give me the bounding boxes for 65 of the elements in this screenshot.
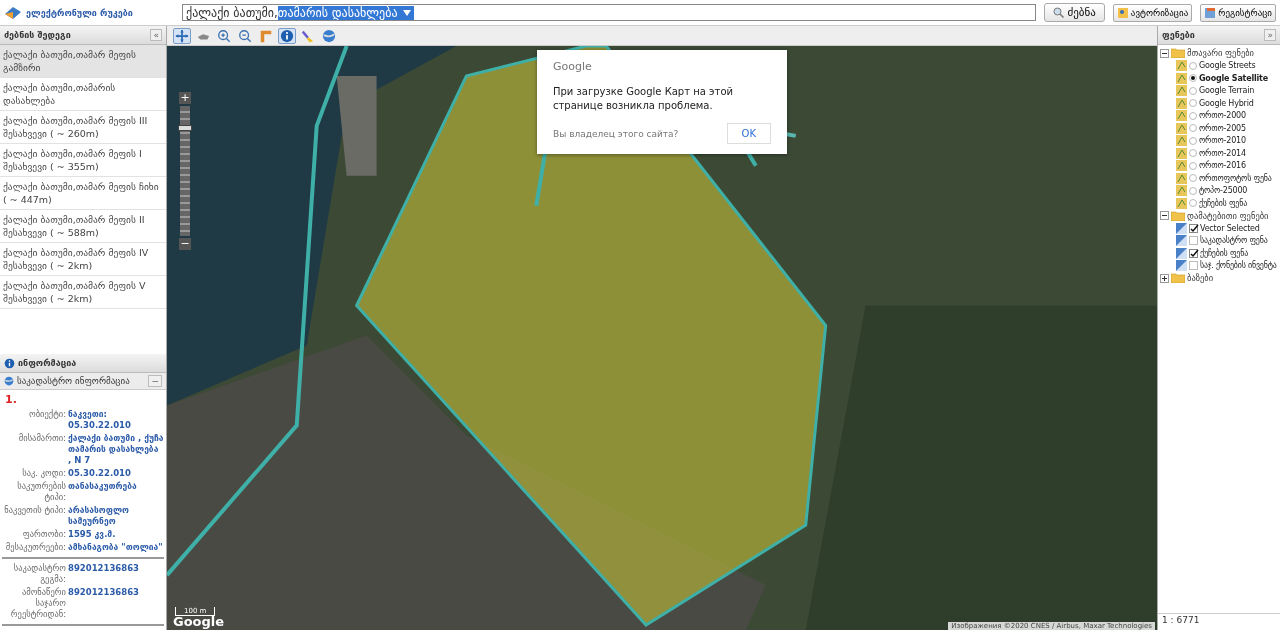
collapse-button[interactable]: » bbox=[1264, 29, 1276, 41]
result-item[interactable]: ქალაქი ბათუმი,თამარ მეფის IV შესახვევი ( ~ 2km) bbox=[0, 243, 166, 276]
layer-label[interactable]: ორთო-2010 bbox=[1199, 136, 1246, 146]
login-button[interactable]: ავტორიზაცია bbox=[1112, 3, 1193, 22]
result-number: 1. bbox=[4, 392, 18, 408]
field-label: საკადასტრო გეგმა: bbox=[12, 563, 66, 585]
layer-label[interactable]: Vector Selected bbox=[1200, 223, 1260, 233]
field-label: საკ. კოდი: bbox=[21, 468, 66, 479]
layer-label[interactable]: ორთოფოტოს ფენა bbox=[1199, 173, 1272, 183]
dialog-message: При загрузке Google Карт на этой странице возникла проблема. bbox=[553, 85, 734, 113]
panel-title: ძებნის შედეგი bbox=[4, 30, 71, 40]
ok-button[interactable]: OK bbox=[726, 123, 771, 144]
document-link[interactable]: 892012136863 bbox=[68, 563, 164, 585]
layer-group[interactable]: მთავარი ფენები bbox=[1187, 48, 1254, 59]
dialog-question: Вы владелец этого сайта? bbox=[553, 128, 679, 139]
map-logo: Google bbox=[173, 614, 225, 629]
layer-group[interactable]: ბაზები bbox=[1187, 273, 1214, 284]
zoom-in-button[interactable]: + bbox=[179, 92, 191, 104]
field-value: 05.30.22.010 bbox=[68, 468, 132, 479]
layer-label[interactable]: ქუჩების ფენა bbox=[1199, 198, 1248, 208]
layer-label[interactable]: Google Streets bbox=[1199, 61, 1256, 71]
result-item[interactable]: ქალაქი ბათუმი,თამარ მეფის III შესახვევი ( ~ 260m) bbox=[0, 111, 166, 144]
scale-field: 1 : 6771 bbox=[1158, 613, 1280, 630]
layer-label[interactable]: ორთო-2014 bbox=[1199, 148, 1246, 158]
field-label: ობიექტი: bbox=[28, 409, 66, 421]
field-label: მესაკუთრეები: bbox=[4, 542, 66, 553]
field-label: მისამართი: bbox=[17, 433, 66, 445]
document-link[interactable]: 892012136863 bbox=[68, 587, 164, 620]
layer-label[interactable]: Google Hybrid bbox=[1199, 98, 1254, 108]
register-button[interactable]: რეგისტრაცი bbox=[1200, 3, 1276, 22]
layer-label[interactable]: საჯ. ქონების ინვენტა bbox=[1200, 261, 1277, 271]
zoom-out-button[interactable]: − bbox=[179, 238, 191, 250]
result-item[interactable]: ქალაქი ბათუმი,თამარ მეფის გამზირი bbox=[0, 45, 166, 78]
layer-label[interactable]: ორთო-2005 bbox=[1199, 123, 1246, 133]
field-label: საკუთრების ტიპი: bbox=[16, 481, 66, 503]
result-item[interactable]: ქალაქი ბათუმი,თამარ მეფის ჩიხი ( ~ 447m) bbox=[0, 177, 166, 210]
result-item[interactable]: ქალაქი ბათუმი,თამარ მეფის I შესახვევი ( ~ 355m) bbox=[0, 144, 166, 177]
result-item[interactable]: ქალაქი ბათუმი,თამარის დასახლება bbox=[0, 78, 166, 111]
panel-title: ფენები bbox=[1162, 30, 1195, 40]
layer-label[interactable]: ორთო-2016 bbox=[1199, 161, 1246, 171]
field-value: თანასაკუთრება bbox=[68, 481, 138, 493]
field-value: ამხანაგობა "თოლია" bbox=[68, 542, 164, 553]
layer-label[interactable]: Google Satellite bbox=[1199, 73, 1268, 83]
layer-group[interactable]: დამატებითი ფენები bbox=[1187, 210, 1269, 221]
logo-text: ელექტრონული რუკები bbox=[26, 7, 133, 18]
layer-label[interactable]: ორთო-2000 bbox=[1199, 111, 1246, 121]
field-value: არასასოფლო სამეურნეო bbox=[68, 505, 130, 527]
collapse-button[interactable]: « bbox=[150, 29, 162, 41]
layer-label[interactable]: Google Terrain bbox=[1199, 86, 1255, 96]
field-label: ნაკვეთის ტიპი: bbox=[3, 505, 66, 517]
result-item[interactable]: ქალაქი ბათუმი,თამარ მეფის II შესახვევი ( ~ 588m) bbox=[0, 210, 166, 243]
field-value: 1595 კვ.მ. bbox=[68, 529, 117, 540]
field-value: ქალაქი ბათუმი , ქუჩა თამარის დასახლება , N 7 bbox=[68, 433, 164, 466]
search-button[interactable]: ძებნა bbox=[1044, 3, 1105, 22]
panel-title: ინფორმაცია bbox=[18, 358, 77, 368]
layer-label[interactable]: ტოპო-25000 bbox=[1199, 186, 1248, 196]
collapse-button[interactable]: − bbox=[148, 375, 162, 387]
layer-label[interactable]: ქუჩების ფენა bbox=[1200, 248, 1249, 258]
search-field[interactable]: ქალაქი ბათუმი,თამარის დასახლება bbox=[182, 4, 1037, 21]
section-title: საკადასტრო ინფორმაცია bbox=[17, 376, 130, 386]
layer-label[interactable]: საკადასტრო ფენა bbox=[1200, 236, 1268, 246]
field-label: ამონაწერი საჯარო რეესტრიდან: bbox=[9, 587, 66, 620]
result-item[interactable]: ქალაქი ბათუმი,თამარ მეფის V შესახვევი ( ~ 2km) bbox=[0, 276, 166, 309]
field-label: ფართობი: bbox=[21, 529, 66, 540]
dialog-brand: Google bbox=[553, 60, 593, 73]
